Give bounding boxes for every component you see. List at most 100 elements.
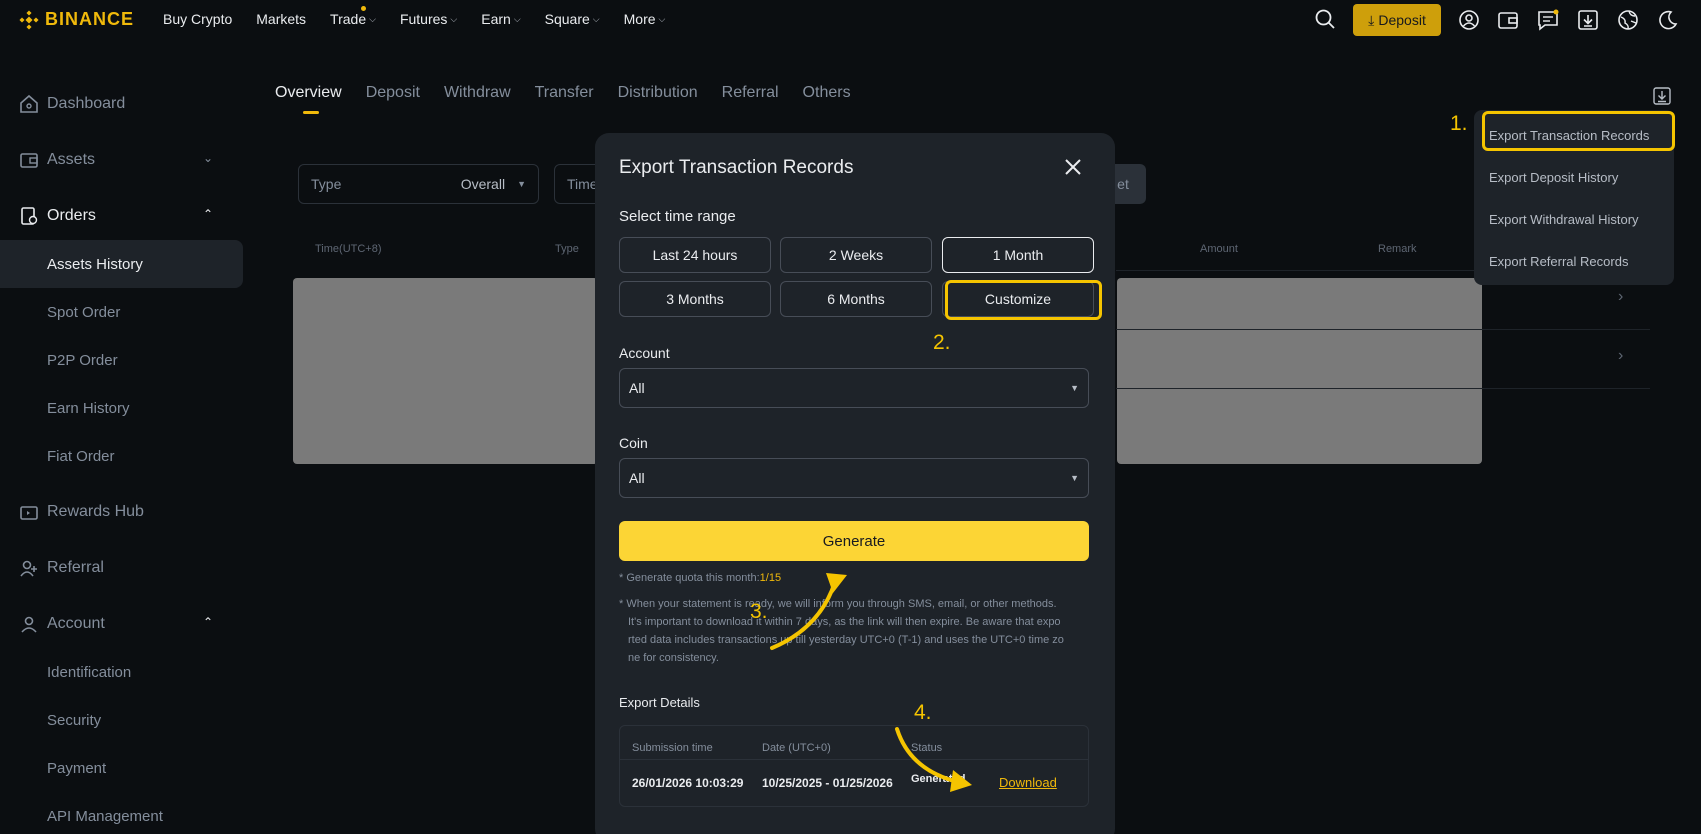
note-line: rted data includes transactions up till … — [628, 634, 1064, 646]
note-line: It's important to download it within 7 d… — [628, 616, 1061, 628]
binance-logo-icon — [19, 9, 39, 30]
download-link[interactable]: Download — [999, 775, 1057, 790]
annotation-highlight-box — [945, 280, 1102, 320]
main-nav: Buy Crypto Markets Trade ⌵ Futures ⌵ Earn ⌵… — [163, 6, 666, 27]
tab-withdraw[interactable]: Withdraw — [444, 84, 511, 102]
nav-futures[interactable]: Futures ⌵ — [400, 11, 457, 27]
nav-trade[interactable]: Trade ⌵ — [330, 6, 376, 27]
range-label: Last 24 hours — [652, 247, 738, 263]
tab-deposit[interactable]: Deposit — [366, 84, 420, 102]
wallet-icon[interactable] — [1497, 9, 1519, 31]
wallet-icon — [20, 153, 38, 168]
messages-icon[interactable] — [1537, 9, 1559, 31]
binance-logo[interactable]: BINANCE — [19, 9, 134, 30]
moon-icon[interactable] — [1657, 9, 1679, 31]
download-icon[interactable] — [1577, 9, 1599, 31]
tab-others[interactable]: Others — [803, 84, 851, 102]
annotation-step-3: 3. — [750, 600, 768, 623]
generate-button[interactable]: Generate — [619, 521, 1089, 561]
nav-label: Futures — [399, 11, 448, 27]
sidebar-subitem-identification[interactable]: Identification — [0, 648, 243, 696]
nav-label: Markets — [256, 11, 307, 27]
globe-icon[interactable] — [1617, 9, 1639, 31]
sidebar-item-rewards-hub[interactable]: Rewards Hub — [0, 488, 243, 536]
nav-label: Trade — [330, 11, 367, 27]
menu-item-export-referral-records[interactable]: Export Referral Records — [1489, 254, 1628, 269]
export-icon[interactable] — [1653, 87, 1671, 105]
nav-label: Buy Crypto — [163, 11, 233, 27]
nav-square[interactable]: Square ⌵ — [545, 11, 600, 27]
sidebar-item-label: Orders — [47, 207, 96, 224]
row-divider — [1116, 329, 1650, 330]
select-value: All — [629, 380, 645, 396]
column-header-submission-time: Submission time — [632, 742, 713, 754]
sidebar-subitem-label: Identification — [47, 663, 132, 681]
note-line: * When your statement is ready, we will … — [619, 598, 1057, 610]
column-header-type: Type — [555, 243, 579, 255]
sidebar-subitem-label: Earn History — [47, 399, 130, 417]
range-label: 6 Months — [827, 291, 885, 307]
chevron-down-icon: ⌵ — [450, 13, 458, 24]
search-icon[interactable] — [1314, 8, 1336, 30]
menu-item-export-deposit-history[interactable]: Export Deposit History — [1489, 170, 1618, 185]
orders-icon — [21, 207, 38, 225]
rewards-icon — [20, 506, 38, 520]
annotation-step-2: 2. — [933, 331, 951, 354]
account-icon — [21, 616, 37, 633]
menu-item-export-withdrawal-history[interactable]: Export Withdrawal History — [1489, 212, 1639, 227]
user-icon[interactable] — [1458, 9, 1480, 31]
sidebar-item-label: Rewards Hub — [47, 503, 144, 520]
filter-label: Time — [567, 176, 598, 192]
sidebar-item-account[interactable]: Account ⌃ — [0, 600, 243, 648]
nav-earn[interactable]: Earn ⌵ — [481, 11, 520, 27]
sidebar-subitem-payment[interactable]: Payment — [0, 744, 243, 792]
tab-referral[interactable]: Referral — [722, 84, 779, 102]
sidebar-subitem-security[interactable]: Security — [0, 696, 243, 744]
sidebar-subitem-spot-order[interactable]: Spot Order — [0, 288, 243, 336]
chevron-right-icon[interactable]: › — [1618, 347, 1623, 365]
caret-down-icon: ▼ — [1070, 383, 1079, 393]
sidebar-subitem-earn-history[interactable]: Earn History — [0, 384, 243, 432]
range-last-24-hours-button[interactable]: Last 24 hours — [619, 237, 771, 273]
sidebar-item-assets[interactable]: Assets ⌄ — [0, 136, 243, 184]
quota-note: * Generate quota this month:1/15 — [619, 569, 1089, 587]
sidebar-subitem-assets-history[interactable]: Assets History — [0, 240, 243, 288]
column-header-amount: Amount — [1200, 243, 1238, 255]
sidebar-item-label: Referral — [47, 559, 104, 576]
sidebar-subitem-api-management[interactable]: API Management — [0, 792, 243, 834]
sidebar-subitem-fiat-order[interactable]: Fiat Order — [0, 432, 243, 480]
date-range-cell: 10/25/2025 - 01/25/2026 — [762, 776, 893, 790]
column-header-date: Date (UTC+0) — [762, 742, 831, 754]
redacted-rows-right — [1117, 278, 1482, 464]
referral-icon — [20, 560, 37, 577]
row-divider — [1116, 388, 1650, 389]
nav-markets[interactable]: Markets — [256, 11, 306, 27]
notification-dot — [360, 6, 366, 11]
coin-label: Coin — [619, 435, 648, 451]
sidebar-item-referral[interactable]: Referral — [0, 544, 243, 592]
range-6-months-button[interactable]: 6 Months — [780, 281, 932, 317]
tab-distribution[interactable]: Distribution — [618, 84, 698, 102]
nav-buy-crypto[interactable]: Buy Crypto — [163, 11, 232, 27]
range-3-months-button[interactable]: 3 Months — [619, 281, 771, 317]
account-select[interactable]: All ▼ — [619, 368, 1089, 408]
statement-note: * When your statement is ready, we will … — [619, 595, 1089, 667]
tab-overview[interactable]: Overview — [275, 84, 342, 114]
chevron-down-icon: ⌵ — [369, 13, 376, 24]
sidebar-item-dashboard[interactable]: Dashboard — [0, 80, 243, 128]
account-label: Account — [619, 345, 670, 361]
range-1-month-button[interactable]: 1 Month — [942, 237, 1094, 273]
type-filter[interactable]: Type Overall ▼ — [298, 164, 539, 204]
close-icon[interactable] — [1063, 157, 1083, 177]
nav-more[interactable]: More ⌵ — [624, 11, 666, 27]
range-2-weeks-button[interactable]: 2 Weeks — [780, 237, 932, 273]
sidebar-subitem-p2p-order[interactable]: P2P Order — [0, 336, 243, 384]
nav-label: More — [623, 11, 656, 27]
select-value: All — [629, 470, 645, 486]
sidebar-item-orders[interactable]: Orders ⌃ — [0, 192, 243, 240]
tab-transfer[interactable]: Transfer — [535, 84, 594, 102]
coin-select[interactable]: All ▼ — [619, 458, 1089, 498]
chevron-right-icon[interactable]: › — [1618, 288, 1623, 306]
download-arrow-icon: ⤓ — [1368, 11, 1375, 28]
deposit-button[interactable]: ⤓ Deposit — [1353, 4, 1441, 36]
